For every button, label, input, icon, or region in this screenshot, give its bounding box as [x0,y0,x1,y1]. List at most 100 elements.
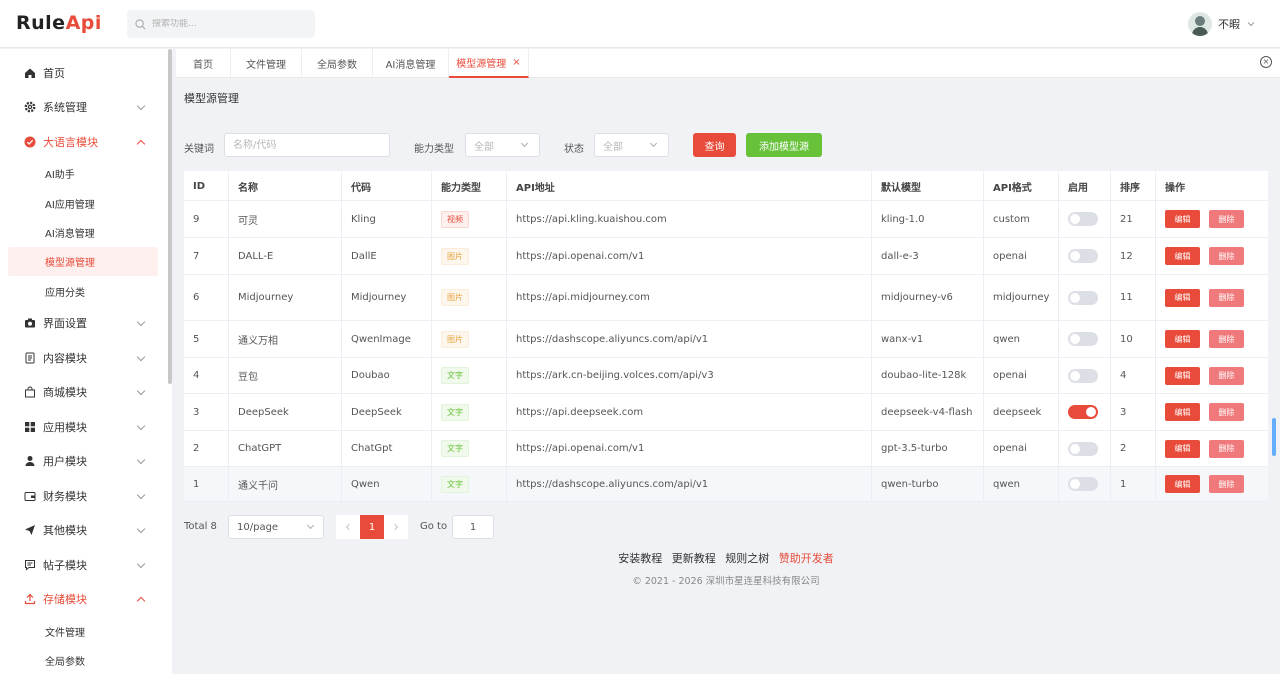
delete-button[interactable]: 删除 [1209,439,1244,458]
keyword-input[interactable] [224,133,390,157]
upload-icon [24,593,36,605]
footer-link-update[interactable]: 更新教程 [672,552,716,565]
status-select[interactable]: 全部 [594,133,669,157]
cell-type: 文字 [432,431,507,466]
cell-code: DeepSeek [342,394,432,430]
cell-id: 2 [184,431,229,466]
tab-global-params[interactable]: 全局参数 [302,49,373,78]
delete-button[interactable]: 删除 [1209,366,1244,385]
sidebar-sub-ai-apps[interactable]: AI应用管理 [8,189,158,218]
cell-actions: 编辑 删除 [1156,321,1268,357]
sidebar-sub-label: 应用分类 [45,288,85,299]
cell-enabled [1059,321,1111,357]
query-button[interactable]: 查询 [693,133,736,157]
enable-toggle[interactable] [1068,405,1098,419]
tab-model-sources[interactable]: 模型源管理 × [449,49,529,78]
goto-page-input[interactable] [452,515,494,539]
col-header-model[interactable]: 默认模型 [872,171,984,201]
page-scrollbar[interactable] [1272,418,1276,456]
col-header-sort[interactable]: 排序 [1111,171,1156,201]
add-model-source-button[interactable]: 添加模型源 [746,133,822,157]
page-size-select[interactable]: 10/page [228,515,324,539]
sidebar-sub-ai-messages[interactable]: AI消息管理 [8,218,158,247]
edit-button[interactable]: 编辑 [1165,439,1200,458]
col-header-name[interactable]: 名称 [229,171,342,201]
next-page-button[interactable] [384,515,408,539]
sidebar-item-other[interactable]: 其他模块 [0,513,166,547]
sidebar-item-ui-settings[interactable]: 界面设置 [0,306,166,340]
sidebar-item-system[interactable]: 系统管理 [0,90,166,124]
close-icon[interactable]: × [512,57,520,68]
sidebar-item-home[interactable]: 首页 [0,56,166,90]
gear-icon [24,101,36,113]
sidebar-item-llm[interactable]: 大语言模块 [0,125,166,159]
cell-api: https://dashscope.aliyuncs.com/api/v1 [507,321,872,357]
edit-button[interactable]: 编辑 [1165,210,1200,228]
sidebar-item-content[interactable]: 内容模块 [0,341,166,375]
grid-icon [24,421,36,433]
user-menu[interactable]: 不暇 [1188,12,1256,36]
sidebar-sub-app-categories[interactable]: 应用分类 [8,277,158,306]
footer-link-sponsor[interactable]: 赞助开发者 [779,552,834,565]
tab-home[interactable]: 首页 [176,49,231,78]
col-header-type[interactable]: 能力类型 [432,171,507,201]
type-tag: 文字 [441,403,469,421]
sidebar-scrollbar[interactable] [168,49,172,384]
sidebar-sub-model-sources[interactable]: 模型源管理 [8,247,158,276]
tab-ai-messages[interactable]: AI消息管理 [373,49,449,78]
table-row: 2 ChatGPT ChatGpt 文字 https://api.openai.com/… [184,431,1268,467]
sidebar-item-finance[interactable]: 财务模块 [0,479,166,513]
footer-link-rules[interactable]: 规则之树 [725,552,769,565]
status-value: 全部 [603,141,623,153]
edit-button[interactable]: 编辑 [1165,403,1200,421]
edit-button[interactable]: 编辑 [1165,288,1200,307]
footer-link-install[interactable]: 安装教程 [618,552,662,565]
col-header-enabled[interactable]: 启用 [1059,171,1111,201]
sidebar-sub-global-params[interactable]: 全局参数 [8,646,158,674]
cell-name: Midjourney [229,275,342,320]
page-number-button[interactable]: 1 [360,515,384,539]
search-box[interactable] [127,10,315,38]
close-all-tabs-icon[interactable]: × [1260,56,1272,68]
edit-button[interactable]: 编辑 [1165,475,1200,493]
delete-button[interactable]: 删除 [1209,210,1244,228]
col-header-id[interactable]: ID [184,171,229,201]
ability-type-select[interactable]: 全部 [465,133,540,157]
enable-toggle[interactable] [1068,441,1098,456]
chevron-up-icon [136,596,146,606]
delete-button[interactable]: 删除 [1209,475,1244,493]
search-input[interactable] [152,19,302,29]
cell-name: 可灵 [229,201,342,237]
avatar[interactable] [1188,12,1212,36]
sidebar-item-label: 首页 [43,67,65,80]
logo[interactable]: RuleApi [16,12,102,34]
tab-file-management[interactable]: 文件管理 [231,49,302,78]
sidebar-sub-file-management[interactable]: 文件管理 [8,617,158,646]
enable-toggle[interactable] [1068,290,1098,305]
delete-button[interactable]: 删除 [1209,288,1244,307]
enable-toggle[interactable] [1068,477,1098,491]
col-header-code[interactable]: 代码 [342,171,432,201]
enable-toggle[interactable] [1068,212,1098,226]
sidebar-item-users[interactable]: 用户模块 [0,444,166,478]
document-icon [24,352,36,364]
enable-toggle[interactable] [1068,332,1098,346]
chevron-left-icon [345,523,350,531]
row-actions: 编辑 删除 [1165,366,1244,385]
col-header-format[interactable]: API格式 [984,171,1059,201]
sidebar-sub-ai-assistant[interactable]: AI助手 [8,159,158,188]
type-tag: 文字 [441,367,469,384]
delete-button[interactable]: 删除 [1209,330,1244,348]
edit-button[interactable]: 编辑 [1165,247,1200,265]
sidebar-item-apps[interactable]: 应用模块 [0,410,166,444]
enable-toggle[interactable] [1068,368,1098,383]
col-header-api[interactable]: API地址 [507,171,872,201]
delete-button[interactable]: 删除 [1209,247,1244,265]
edit-button[interactable]: 编辑 [1165,330,1200,348]
edit-button[interactable]: 编辑 [1165,366,1200,385]
delete-button[interactable]: 删除 [1209,403,1244,421]
enable-toggle[interactable] [1068,249,1098,263]
prev-page-button[interactable] [336,515,360,539]
sidebar-item-shop[interactable]: 商城模块 [0,375,166,409]
sidebar-item-storage[interactable]: 存储模块 [0,582,166,616]
